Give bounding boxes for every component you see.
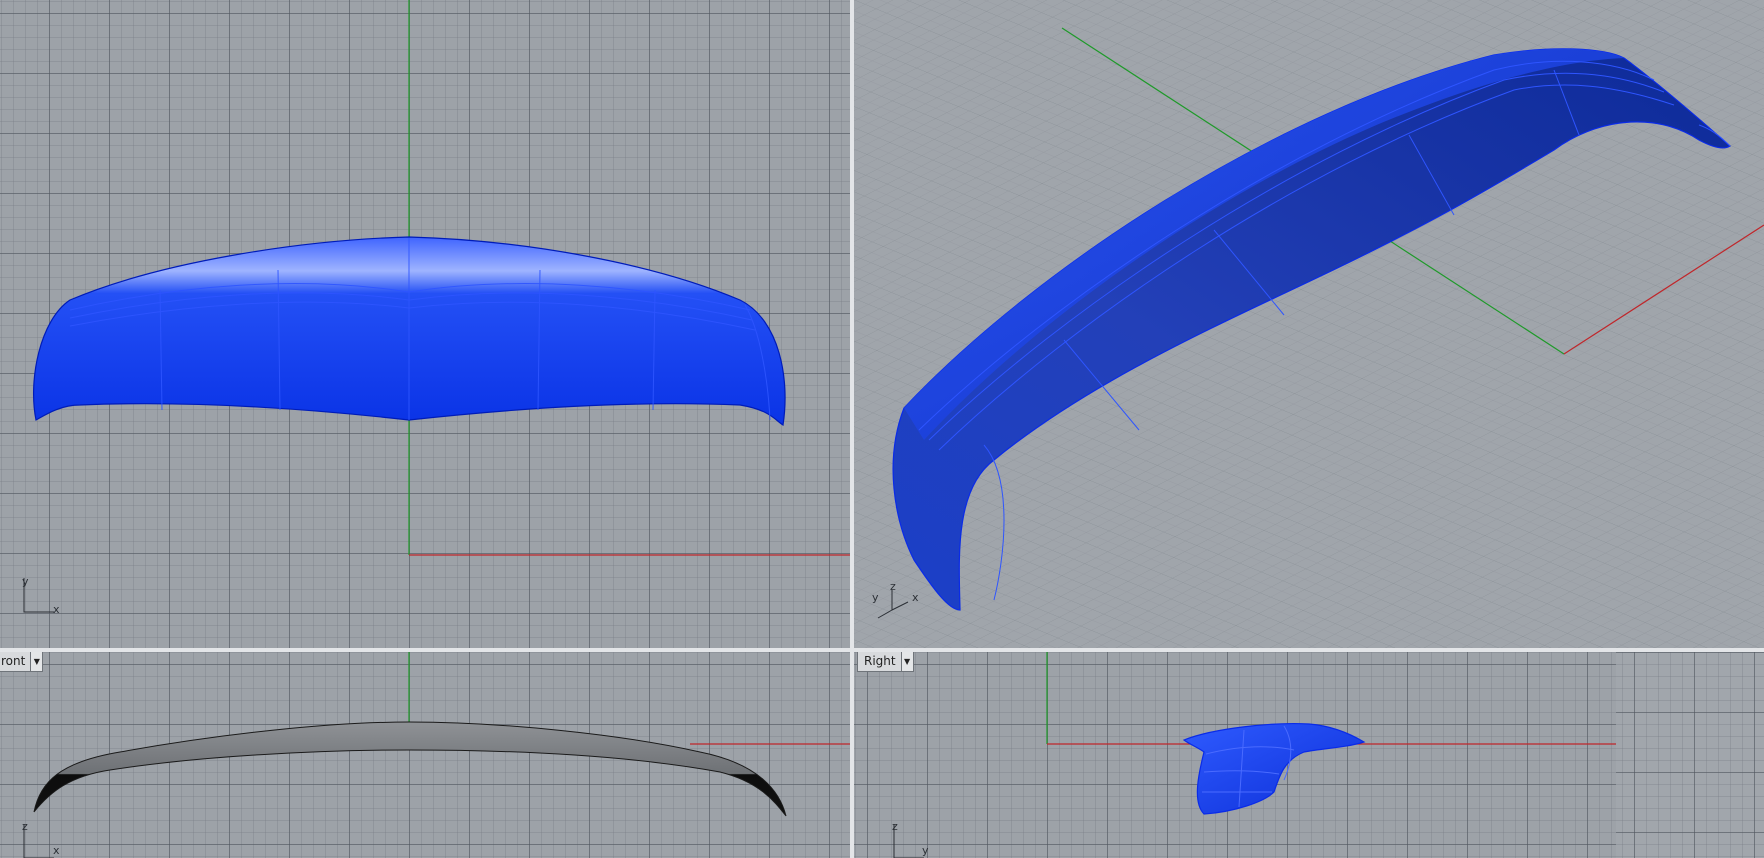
- axis-label-y: y: [22, 575, 29, 588]
- viewport-tab-right[interactable]: Right ▼: [857, 652, 914, 672]
- wing-right-shape[interactable]: [1182, 723, 1366, 815]
- axis-label-x: x: [53, 844, 60, 857]
- chevron-down-icon[interactable]: ▼: [30, 652, 43, 671]
- front-view-canvas: [33, 652, 850, 817]
- viewport-tab-label: Right: [864, 654, 896, 668]
- axis-label-x: x: [53, 603, 60, 616]
- perspective-view-canvas: [854, 0, 1764, 648]
- viewport-front[interactable]: ront ▼ z x: [0, 652, 850, 858]
- axis-label-z: z: [892, 820, 898, 833]
- axis-label-y: y: [872, 591, 879, 604]
- viewport-divider-vertical[interactable]: [850, 0, 854, 858]
- viewport-tab-front[interactable]: ront ▼: [0, 652, 44, 672]
- axis-triad-icon: [877, 590, 909, 619]
- top-view-canvas: [33, 0, 850, 556]
- axis-label-z: z: [890, 580, 896, 593]
- axis-label-z: z: [22, 820, 28, 833]
- viewport-tab-label: ront: [1, 654, 26, 668]
- right-view-canvas: [1046, 652, 1616, 815]
- chevron-down-icon[interactable]: ▼: [900, 652, 913, 671]
- viewport-top[interactable]: y x: [0, 0, 850, 648]
- axis-label-x: x: [912, 591, 919, 604]
- wing-front-shape[interactable]: [33, 721, 787, 817]
- viewport-perspective[interactable]: z y x: [854, 0, 1764, 648]
- viewport-right[interactable]: Right ▼ z y: [854, 652, 1764, 858]
- axis-label-y: y: [922, 844, 929, 857]
